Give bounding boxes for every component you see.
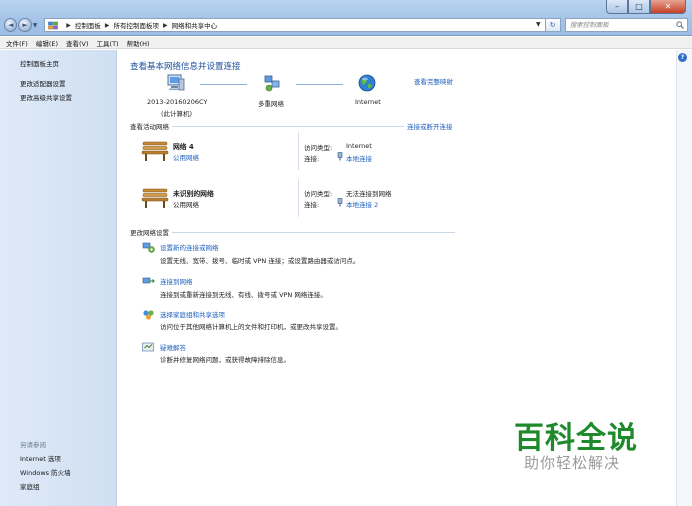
public-network-bench-icon	[141, 188, 169, 208]
window-controls: – □ ✕	[606, 0, 686, 14]
setup-new-connection-desc: 设置无线、宽带、拨号、临时或 VPN 连接；或设置路由器或访问点。	[160, 257, 360, 265]
breadcrumb-separator-icon: ▶	[66, 21, 71, 29]
menu-file[interactable]: 文件(F)	[6, 38, 28, 48]
network-2-access-label: 访问类型:	[304, 190, 333, 198]
new-connection-icon	[142, 242, 155, 253]
minimize-button[interactable]: –	[606, 0, 628, 14]
sidebar-item-internet-options[interactable]: Internet 选项	[20, 453, 61, 463]
multiple-networks-icon	[264, 75, 280, 92]
network-2-connection-label: 连接:	[304, 201, 320, 209]
forward-button[interactable]: ►	[18, 18, 32, 32]
sidebar-item-advanced-sharing[interactable]: 更改高级共享设置	[20, 92, 72, 102]
search-placeholder: 搜索控制面板	[569, 21, 609, 29]
homegroup-sharing-link[interactable]: 选择家庭组和共享选项	[160, 309, 225, 319]
connect-to-network-link[interactable]: 连接到网络	[160, 276, 193, 286]
network-1-type-link[interactable]: 公用网络	[173, 152, 199, 162]
setup-new-connection-link[interactable]: 设置新的连接或网络	[160, 242, 219, 252]
network-1-connection-link[interactable]: 本地连接	[346, 153, 372, 163]
window-titlebar: – □ ✕ ◄ ► ▼ ▶ 控制面板 ▶ 所有控制面板项 ▶ 网络和共享中心 ▼…	[0, 0, 692, 36]
network-1-access-label: 访问类型:	[304, 144, 333, 152]
network-1-access-value: Internet	[346, 142, 372, 150]
see-also-heading: 另请参阅	[20, 441, 46, 449]
network-2-type: 公用网络	[173, 201, 199, 209]
control-panel-icon	[48, 21, 58, 29]
close-button[interactable]: ✕	[650, 0, 686, 14]
multiple-networks-label: 多重网络	[258, 100, 284, 108]
back-button[interactable]: ◄	[4, 18, 18, 32]
breadcrumb-separator-icon: ▶	[163, 21, 168, 29]
computer-icon	[167, 74, 185, 91]
internet-label: Internet	[355, 98, 381, 106]
sidebar-item-control-panel-home[interactable]: 控制面板主页	[20, 58, 59, 68]
search-icon[interactable]	[676, 21, 684, 29]
map-connection-line	[296, 84, 343, 85]
section-divider	[172, 232, 455, 233]
menu-help[interactable]: 帮助(H)	[127, 38, 150, 48]
search-input[interactable]: 搜索控制面板	[564, 18, 689, 32]
connect-disconnect-link[interactable]: 连接或断开连接	[407, 121, 453, 131]
troubleshoot-icon	[142, 342, 154, 352]
breadcrumb-network-center[interactable]: 网络和共享中心	[172, 20, 218, 30]
page-title: 查看基本网络信息并设置连接	[130, 62, 241, 72]
refresh-button[interactable]: ↻	[545, 18, 561, 32]
change-settings-heading: 更改网络设置	[130, 229, 169, 237]
address-bar[interactable]: ▶ 控制面板 ▶ 所有控制面板项 ▶ 网络和共享中心 ▼	[44, 18, 546, 32]
left-navigation-pane: 控制面板主页 更改适配器设置 更改高级共享设置 另请参阅 Internet 选项…	[0, 50, 117, 506]
ethernet-connection-icon	[337, 198, 343, 207]
help-icon[interactable]: ?	[678, 53, 687, 62]
menu-view[interactable]: 查看(V)	[66, 38, 89, 48]
section-divider	[172, 126, 404, 127]
ethernet-connection-icon	[337, 152, 343, 161]
troubleshoot-desc: 诊断并修复网络问题，或获得故障排除信息。	[160, 356, 290, 364]
connect-network-icon	[142, 277, 155, 284]
view-full-map-link[interactable]: 查看完整映射	[414, 76, 453, 86]
network-1-connection-label: 连接:	[304, 155, 320, 163]
menu-edit[interactable]: 编辑(E)	[36, 38, 58, 48]
breadcrumb-control-panel[interactable]: 控制面板	[75, 20, 101, 30]
watermark-tagline: 助你轻松解决	[524, 454, 621, 472]
connect-to-network-desc: 连接到或重新连接到无线、有线、拨号或 VPN 网络连接。	[160, 291, 327, 299]
sidebar-item-homegroup[interactable]: 家庭组	[20, 481, 40, 491]
computer-name: 2013-20160206CY	[147, 98, 208, 106]
network-2-connection-link[interactable]: 本地连接 2	[346, 199, 378, 209]
breadcrumb-all-items[interactable]: 所有控制面板项	[114, 20, 160, 30]
network-2-name: 未识别的网络	[173, 190, 214, 198]
sidebar-item-change-adapter-settings[interactable]: 更改适配器设置	[20, 78, 66, 88]
map-connection-line	[200, 84, 247, 85]
address-dropdown-icon[interactable]: ▼	[536, 21, 541, 28]
breadcrumb-separator-icon: ▶	[104, 21, 110, 29]
maximize-button[interactable]: □	[628, 0, 650, 14]
network-divider	[298, 132, 299, 170]
navigation-row: ◄ ► ▼ ▶ 控制面板 ▶ 所有控制面板项 ▶ 网络和共享中心 ▼ ↻ 搜索控…	[4, 17, 689, 33]
homegroup-icon	[143, 310, 154, 320]
vertical-scrollbar[interactable]	[676, 50, 692, 506]
internet-globe-icon	[358, 74, 376, 92]
computer-subtitle: (此计算机)	[161, 110, 193, 118]
homegroup-sharing-desc: 访问位于其他网络计算机上的文件和打印机，或更改共享设置。	[160, 323, 342, 331]
active-networks-heading: 查看活动网络	[130, 123, 169, 131]
recent-pages-dropdown[interactable]: ▼	[33, 22, 41, 29]
network-1-name: 网络 4	[173, 143, 194, 151]
watermark-brand: 百科全说	[514, 421, 638, 456]
network-2-access-value: 无法连接到网络	[346, 190, 392, 198]
public-network-bench-icon	[141, 141, 169, 161]
menu-tools[interactable]: 工具(T)	[97, 38, 119, 48]
troubleshoot-link[interactable]: 疑难解答	[160, 342, 186, 352]
network-divider	[298, 179, 299, 217]
menu-bar: 文件(F) 编辑(E) 查看(V) 工具(T) 帮助(H)	[0, 37, 692, 49]
sidebar-item-windows-firewall[interactable]: Windows 防火墙	[20, 467, 71, 477]
